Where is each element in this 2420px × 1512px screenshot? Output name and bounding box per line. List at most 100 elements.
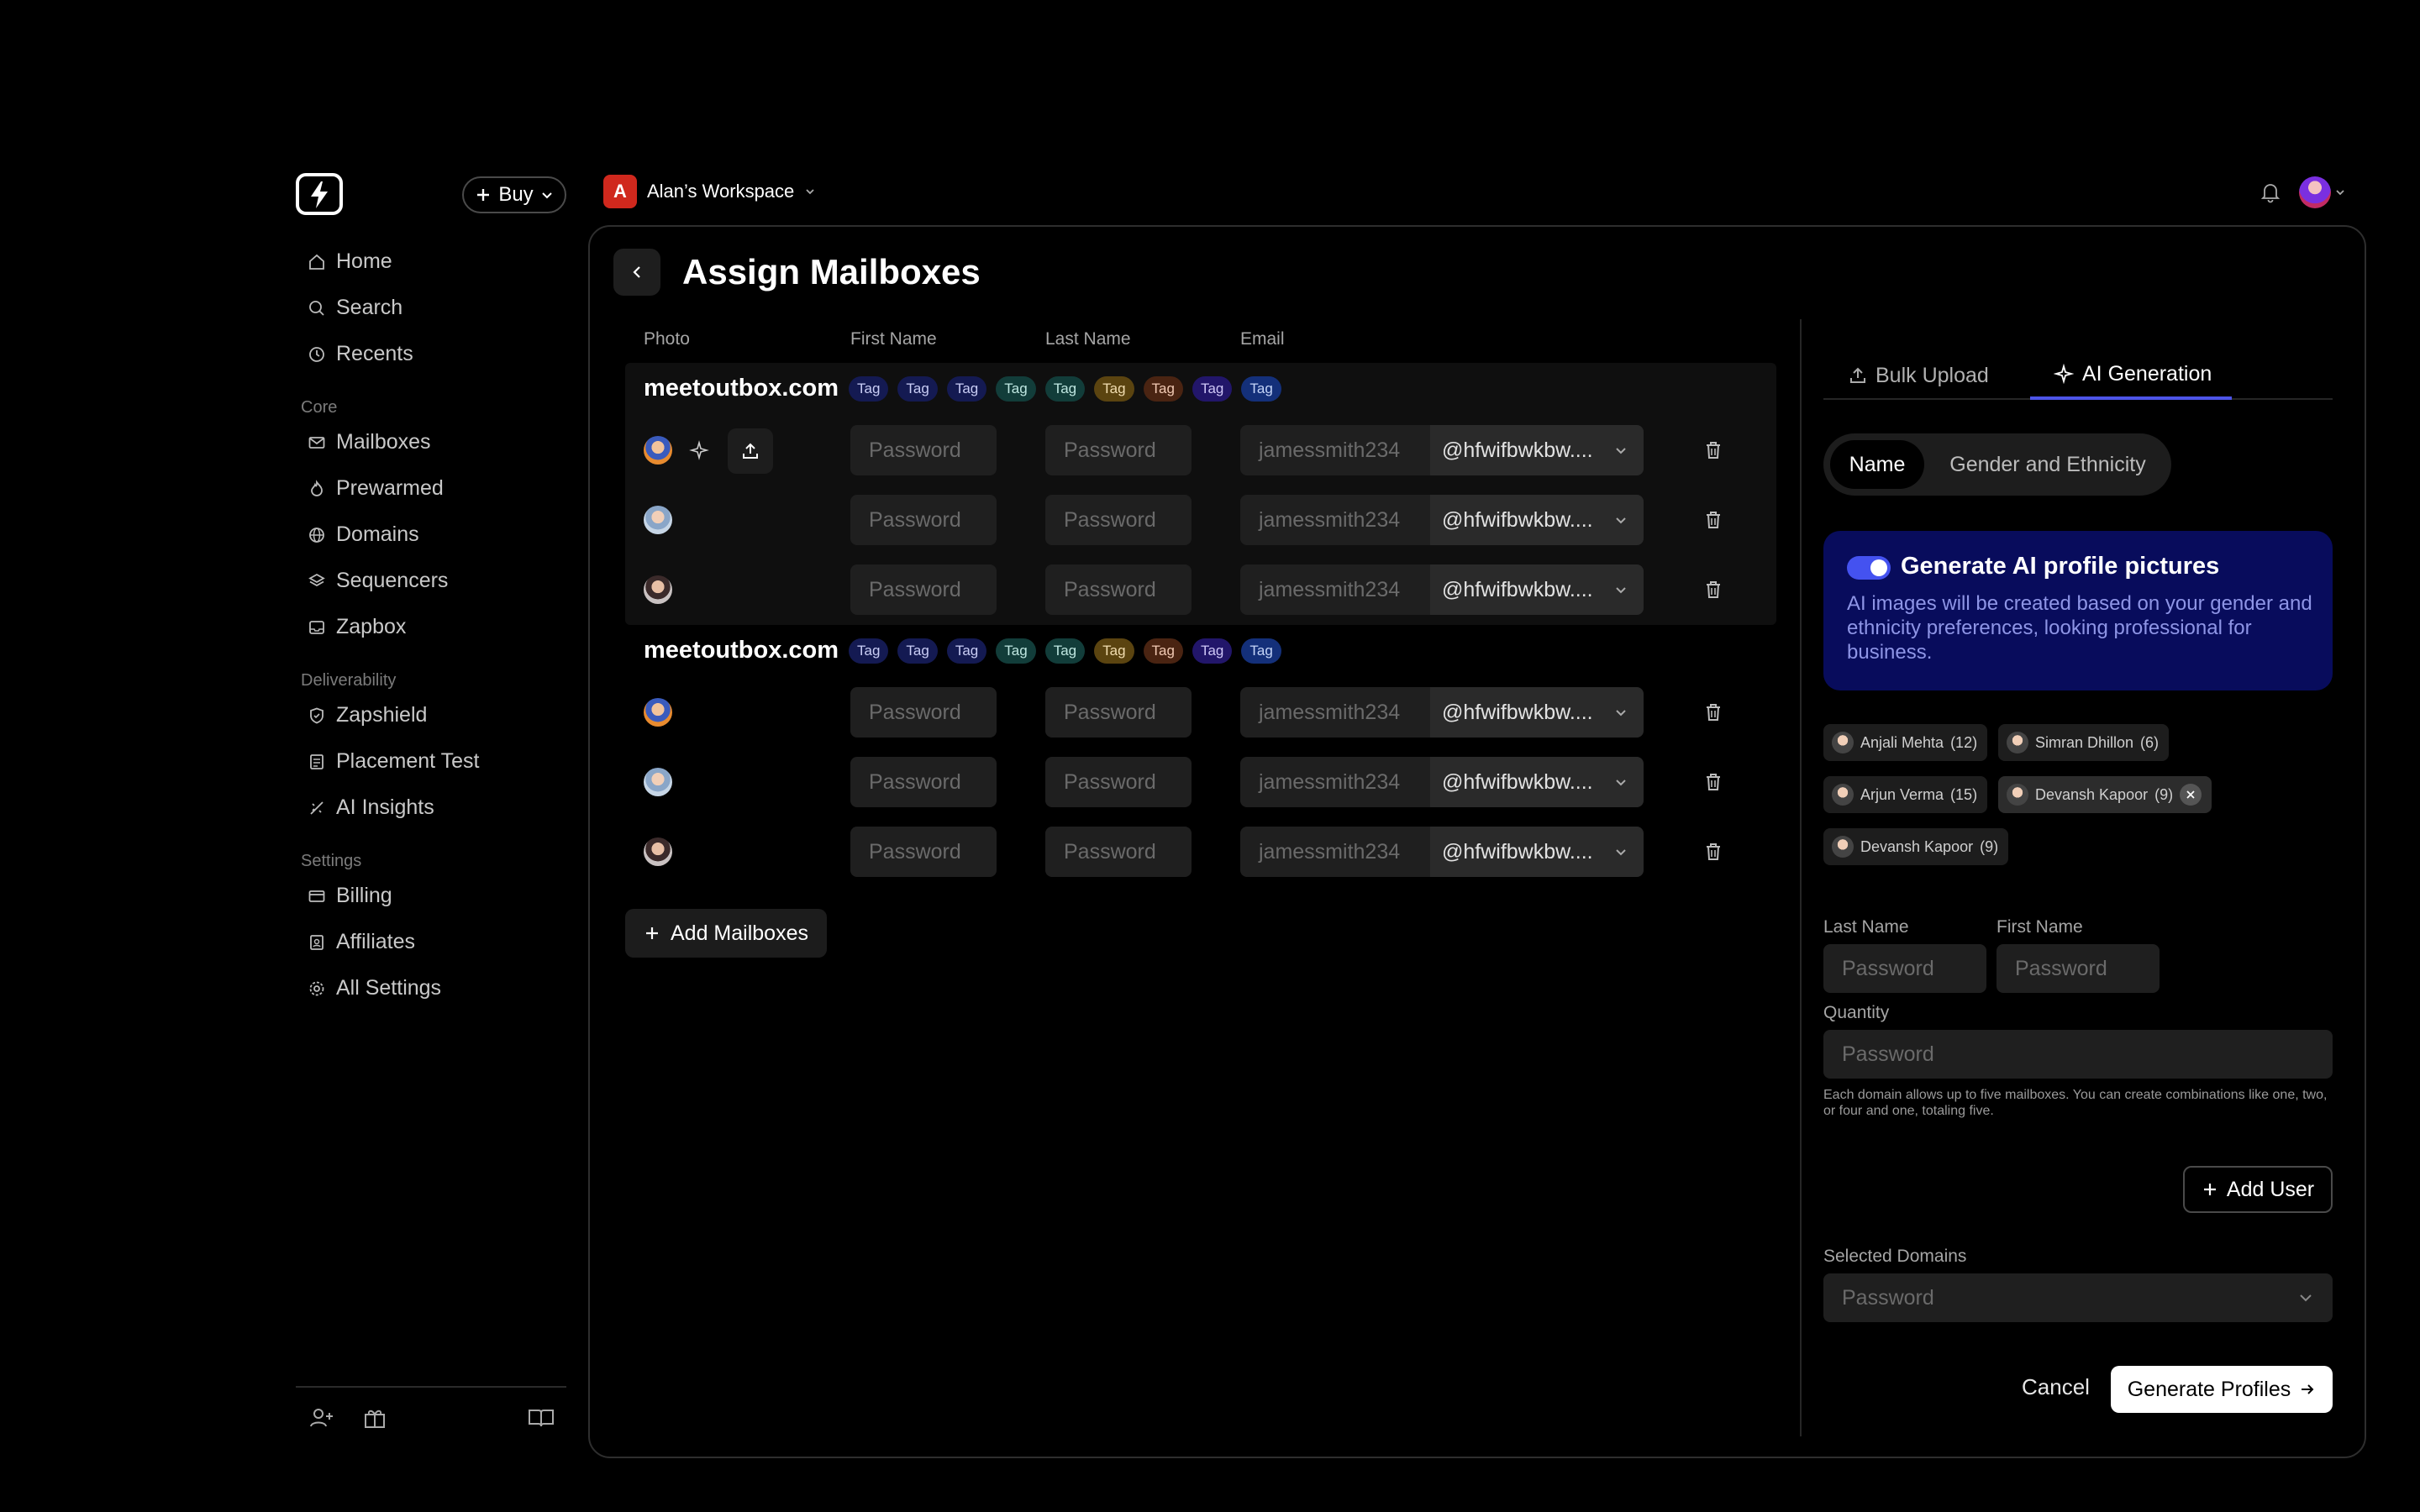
sidebar-item-billing[interactable]: Billing: [296, 873, 566, 919]
name-chip-selected[interactable]: Devansh Kapoor (9): [1998, 776, 2212, 813]
first-name-input[interactable]: Password: [850, 827, 997, 877]
trash-icon[interactable]: [1704, 702, 1723, 722]
first-name-input[interactable]: Password: [1996, 944, 2160, 993]
email-domain-select[interactable]: @hfwifbwkbw....: [1430, 757, 1644, 807]
trash-icon[interactable]: [1704, 440, 1723, 460]
tag-badge: Tag: [1044, 376, 1086, 402]
sidebar-item-search[interactable]: Search: [296, 285, 566, 331]
sidebar-item-zapshield[interactable]: Zapshield: [296, 692, 566, 738]
generate-profiles-button[interactable]: Generate Profiles: [2111, 1366, 2333, 1413]
sidebar-item-label: Zapshield: [336, 703, 428, 727]
avatar[interactable]: [644, 768, 672, 796]
search-icon: [309, 300, 324, 316]
user-menu[interactable]: [2299, 176, 2346, 208]
tag-badge: Tag: [1192, 376, 1233, 402]
last-name-input[interactable]: Password: [1823, 944, 1986, 993]
tab-bulk-upload[interactable]: Bulk Upload: [1849, 351, 1989, 400]
add-user-icon[interactable]: [309, 1406, 334, 1430]
page-title: Assign Mailboxes: [682, 252, 981, 291]
first-name-input[interactable]: Password: [850, 687, 997, 738]
sidebar-item-mailboxes[interactable]: Mailboxes: [296, 419, 566, 465]
upload-icon: [743, 443, 758, 459]
add-user-button[interactable]: Add User: [2183, 1166, 2333, 1213]
tag-badge: Tag: [849, 376, 889, 402]
segmented-control: Name Gender and Ethnicity: [1823, 433, 2171, 496]
segment-gender-ethnicity[interactable]: Gender and Ethnicity: [1934, 440, 2161, 489]
trash-icon[interactable]: [1704, 842, 1723, 862]
chip-name: Devansh Kapoor: [2035, 785, 2149, 803]
mailbox-row: Password Password jamessmith234 @hfwifbw…: [644, 687, 1770, 738]
last-name-input[interactable]: Password: [1045, 757, 1192, 807]
avatar[interactable]: [644, 698, 672, 727]
avatar[interactable]: [644, 837, 672, 866]
sidebar-item-label: Zapbox: [336, 615, 407, 638]
sidebar-item-all-settings[interactable]: All Settings: [296, 965, 566, 1011]
sparkle-icon[interactable]: [689, 440, 709, 460]
email-domain-select[interactable]: @hfwifbwkbw....: [1430, 495, 1644, 545]
last-name-input[interactable]: Password: [1045, 687, 1192, 738]
sidebar-item-label: All Settings: [336, 976, 442, 1000]
last-name-input[interactable]: Password: [1045, 827, 1192, 877]
last-name-input[interactable]: Password: [1045, 425, 1192, 475]
sidebar-item-zapbox[interactable]: Zapbox: [296, 604, 566, 650]
email-domain-select[interactable]: @hfwifbwkbw....: [1430, 687, 1644, 738]
email-username-input[interactable]: jamessmith234: [1240, 827, 1430, 877]
add-mailboxes-button[interactable]: Add Mailboxes: [625, 909, 827, 958]
sidebar-item-home[interactable]: Home: [296, 239, 566, 285]
workspace-switcher[interactable]: A Alan’s Workspace: [603, 175, 816, 208]
selected-domains-select[interactable]: Password: [1823, 1273, 2333, 1322]
first-name-input[interactable]: Password: [850, 425, 997, 475]
bell-icon[interactable]: [2260, 181, 2281, 203]
sidebar-item-recents[interactable]: Recents: [296, 331, 566, 377]
book-icon[interactable]: [528, 1406, 555, 1430]
first-name-input[interactable]: Password: [850, 495, 997, 545]
tag-badge: Tag: [1192, 638, 1233, 664]
inbox-icon: [309, 620, 324, 634]
trash-icon[interactable]: [1704, 510, 1723, 530]
last-name-input[interactable]: Password: [1045, 495, 1192, 545]
buy-button[interactable]: Buy: [462, 176, 566, 213]
mail-icon: [308, 436, 325, 449]
name-chip[interactable]: Simran Dhillon (6): [1998, 724, 2170, 761]
quantity-input[interactable]: Password: [1823, 1030, 2333, 1079]
name-chip[interactable]: Devansh Kapoor (9): [1823, 828, 2009, 865]
avatar[interactable]: [644, 436, 672, 465]
sidebar-item-ai-insights[interactable]: AI Insights: [296, 785, 566, 831]
email-username-input[interactable]: jamessmith234: [1240, 687, 1430, 738]
back-button[interactable]: [613, 249, 660, 296]
name-chip[interactable]: Arjun Verma (15): [1823, 776, 1988, 813]
email-domain-select[interactable]: @hfwifbwkbw....: [1430, 564, 1644, 615]
chip-name: Devansh Kapoor: [1860, 837, 1974, 855]
email-username-input[interactable]: jamessmith234: [1240, 757, 1430, 807]
chevron-down-icon: [1616, 587, 1626, 594]
trash-icon[interactable]: [1704, 580, 1723, 600]
first-name-input[interactable]: Password: [850, 564, 997, 615]
tab-ai-generation[interactable]: AI Generation: [2030, 351, 2232, 400]
app-logo[interactable]: [296, 173, 343, 215]
column-header-email: Email: [1240, 329, 1285, 349]
email-domain-select[interactable]: @hfwifbwkbw....: [1430, 425, 1644, 475]
name-chip[interactable]: Anjali Mehta (12): [1823, 724, 1988, 761]
avatar[interactable]: [644, 506, 672, 534]
last-name-input[interactable]: Password: [1045, 564, 1192, 615]
sidebar-item-sequencers[interactable]: Sequencers: [296, 558, 566, 604]
ai-pictures-toggle[interactable]: [1847, 556, 1891, 580]
bolt-icon: [311, 181, 328, 208]
remove-chip-button[interactable]: [2180, 784, 2202, 806]
email-domain-select[interactable]: @hfwifbwkbw....: [1430, 827, 1644, 877]
avatar[interactable]: [644, 575, 672, 604]
email-username-input[interactable]: jamessmith234: [1240, 564, 1430, 615]
trash-icon[interactable]: [1704, 772, 1723, 792]
sidebar-item-prewarmed[interactable]: Prewarmed: [296, 465, 566, 512]
email-username-input[interactable]: jamessmith234: [1240, 425, 1430, 475]
sidebar-item-placement-test[interactable]: Placement Test: [296, 738, 566, 785]
cancel-button[interactable]: Cancel: [2022, 1374, 2090, 1400]
gift-icon[interactable]: [363, 1406, 387, 1430]
first-name-input[interactable]: Password: [850, 757, 997, 807]
upload-photo-button[interactable]: [728, 428, 773, 474]
selected-domains-value: Password: [1842, 1285, 1934, 1310]
sidebar-item-affiliates[interactable]: Affiliates: [296, 919, 566, 965]
sidebar-item-domains[interactable]: Domains: [296, 512, 566, 558]
segment-name[interactable]: Name: [1830, 440, 1924, 489]
email-username-input[interactable]: jamessmith234: [1240, 495, 1430, 545]
